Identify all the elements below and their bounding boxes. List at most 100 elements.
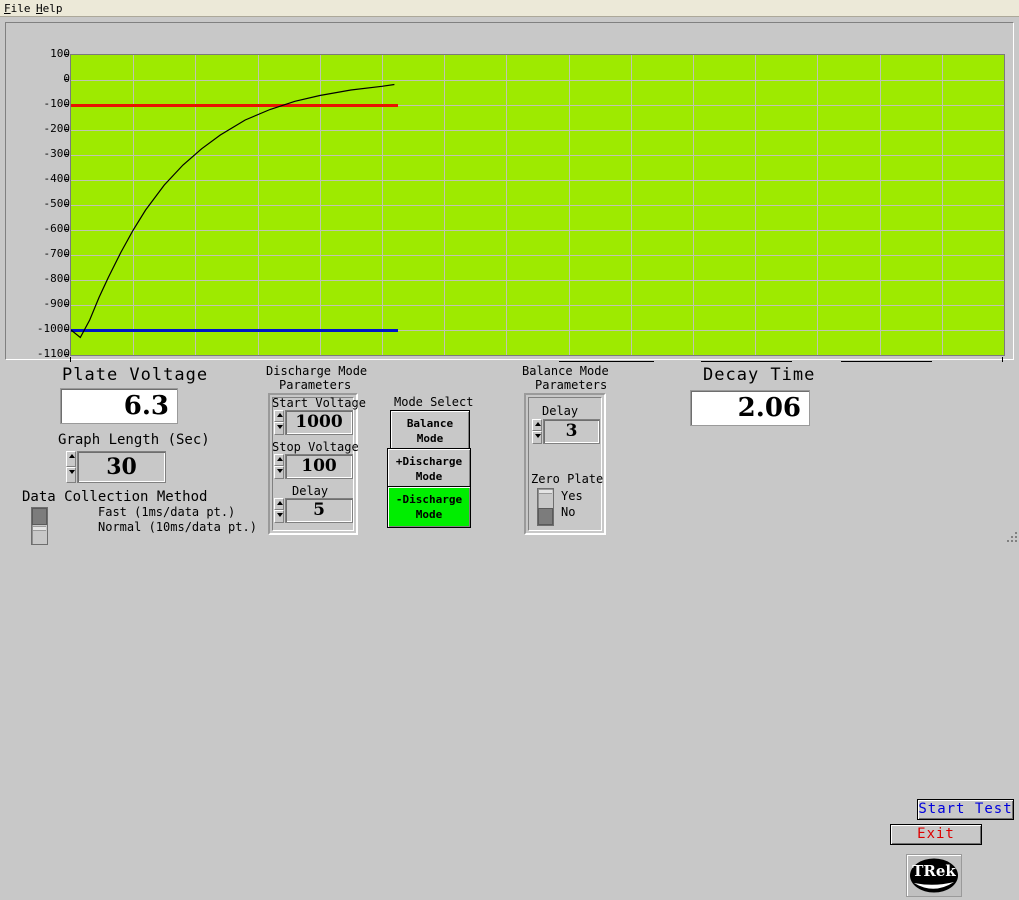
y-axis-tick-label: -900 <box>43 297 71 310</box>
start-voltage-spinner-arrows[interactable] <box>274 410 284 435</box>
balance-delay-label: Delay <box>542 404 579 418</box>
graph-length-spinner[interactable]: 30 <box>66 451 166 483</box>
trek-logo-icon: TRek <box>910 858 958 893</box>
chevron-down-icon <box>69 470 75 474</box>
graph-length-value[interactable]: 30 <box>77 451 166 483</box>
y-axis-tick-mark <box>64 204 69 205</box>
mode-button-balance-line2: Mode <box>416 432 444 445</box>
mode-button-positive-discharge-line1: +Discharge <box>395 455 463 468</box>
trek-logo[interactable]: TRek <box>906 854 962 897</box>
y-axis-tick-mark <box>64 179 69 180</box>
start-voltage-value[interactable]: 1000 <box>285 410 353 435</box>
discharge-delay-label: Delay <box>292 484 329 498</box>
mode-select-title: Mode Select <box>394 395 474 409</box>
svg-text:TRek: TRek <box>912 862 956 880</box>
stop-voltage-label: Stop Voltage <box>272 440 359 454</box>
stop-voltage-decrement[interactable] <box>274 466 284 479</box>
zero-plate-toggle-knob <box>538 508 553 525</box>
y-axis-tick-mark <box>64 104 69 105</box>
data-collection-option-fast[interactable]: Fast (1ms/data pt.) <box>98 505 235 519</box>
zero-plate-option-no[interactable]: No <box>561 505 575 519</box>
mode-button-positive-discharge[interactable]: +Discharge Mode <box>387 448 471 490</box>
chevron-down-icon <box>277 425 283 429</box>
balance-mode-title-line2: Parameters <box>535 378 608 392</box>
chevron-up-icon <box>535 422 541 426</box>
y-axis-tick-label: -500 <box>43 197 71 210</box>
data-collection-toggle-knob <box>32 508 47 525</box>
chevron-up-icon <box>277 457 283 461</box>
decay-time-readout: 2.06 <box>690 390 810 426</box>
y-axis-tick-mark <box>64 254 69 255</box>
y-axis-tick-mark <box>64 154 69 155</box>
y-axis-tick-label: -600 <box>43 222 71 235</box>
mode-button-positive-discharge-line2: Mode <box>415 470 443 483</box>
mode-button-negative-discharge[interactable]: -Discharge Mode <box>387 486 471 528</box>
stop-voltage-value[interactable]: 100 <box>285 454 353 479</box>
balance-delay-increment[interactable] <box>532 419 542 431</box>
mode-button-balance[interactable]: Balance Mode <box>390 410 470 452</box>
menu-item-file[interactable]: File <box>4 2 31 15</box>
chevron-up-icon <box>69 454 75 458</box>
y-axis-tick-mark <box>64 279 69 280</box>
menu-bar: File Help <box>0 0 1019 17</box>
menu-file-rest: ile <box>10 2 31 15</box>
decay-curve <box>71 83 395 339</box>
y-axis: 100 0 -100 -200 -300 -400 -500 -600 -700 -800 -900… <box>6 23 70 361</box>
discharge-delay-value[interactable]: 5 <box>285 498 353 523</box>
data-collection-toggle-track <box>33 526 46 531</box>
y-axis-tick-mark <box>64 129 69 130</box>
start-voltage-increment[interactable] <box>274 410 284 422</box>
y-axis-tick-mark <box>64 229 69 230</box>
menu-item-help[interactable]: Help <box>36 2 63 15</box>
zero-plate-toggle-track <box>539 489 552 494</box>
resize-grip[interactable] <box>1005 530 1017 542</box>
y-axis-tick-label: -300 <box>43 147 71 160</box>
chevron-down-icon <box>277 513 283 517</box>
y-axis-tick-mark <box>64 304 69 305</box>
balance-delay-spinner-arrows[interactable] <box>532 419 542 444</box>
graph-length-label: Graph Length (Sec) <box>58 432 210 448</box>
discharge-delay-decrement[interactable] <box>274 510 284 523</box>
plate-voltage-title: Plate Voltage <box>62 365 209 385</box>
start-test-button[interactable]: Start Test <box>917 799 1014 820</box>
data-collection-method-label: Data Collection Method <box>22 489 208 505</box>
graph-length-increment[interactable] <box>66 451 76 467</box>
y-axis-tick-label: -800 <box>43 272 71 285</box>
stop-voltage-increment[interactable] <box>274 454 284 466</box>
mode-button-negative-discharge-line1: -Discharge <box>395 493 463 506</box>
data-collection-toggle[interactable] <box>31 507 48 545</box>
stop-voltage-spinner-arrows[interactable] <box>274 454 284 479</box>
balance-delay-value[interactable]: 3 <box>543 419 600 444</box>
balance-delay-decrement[interactable] <box>532 431 542 444</box>
y-axis-tick-mark <box>64 329 69 330</box>
zero-plate-option-yes[interactable]: Yes <box>561 489 583 503</box>
graph-length-spinner-arrows[interactable] <box>66 451 76 483</box>
start-voltage-decrement[interactable] <box>274 422 284 435</box>
mode-button-negative-discharge-line2: Mode <box>415 508 443 521</box>
discharge-delay-spinner-arrows[interactable] <box>274 498 284 523</box>
graph-length-decrement[interactable] <box>66 467 76 483</box>
y-axis-tick-mark <box>64 79 69 80</box>
data-collection-option-normal[interactable]: Normal (10ms/data pt.) <box>98 520 257 534</box>
y-axis-tick-label: -100 <box>43 97 71 110</box>
discharge-mode-title-line2: Parameters <box>279 378 352 392</box>
chevron-down-icon <box>277 469 283 473</box>
exit-button[interactable]: Exit <box>890 824 982 845</box>
y-axis-tick-label: -700 <box>43 247 71 260</box>
control-panel: Plate Voltage 6.3 Graph Length (Sec) 30 … <box>0 362 1019 897</box>
plot-area[interactable] <box>70 54 1005 356</box>
chevron-up-icon <box>277 501 283 505</box>
zero-plate-toggle[interactable] <box>537 488 554 526</box>
mode-button-balance-line1: Balance <box>406 417 454 430</box>
discharge-delay-increment[interactable] <box>274 498 284 510</box>
graph-panel: 100 0 -100 -200 -300 -400 -500 -600 -700 -800 -900… <box>5 22 1014 379</box>
zero-plate-label: Zero Plate <box>531 472 604 486</box>
y-axis-tick-label: 0 <box>14 73 70 84</box>
start-voltage-label: Start Voltage <box>272 396 366 410</box>
chevron-up-icon <box>277 413 283 417</box>
decay-time-title: Decay Time <box>703 365 816 385</box>
menu-help-rest: elp <box>42 2 63 15</box>
y-axis-tick-label: -400 <box>43 172 71 185</box>
plate-voltage-readout: 6.3 <box>60 388 178 424</box>
y-axis-tick-mark <box>64 54 69 55</box>
